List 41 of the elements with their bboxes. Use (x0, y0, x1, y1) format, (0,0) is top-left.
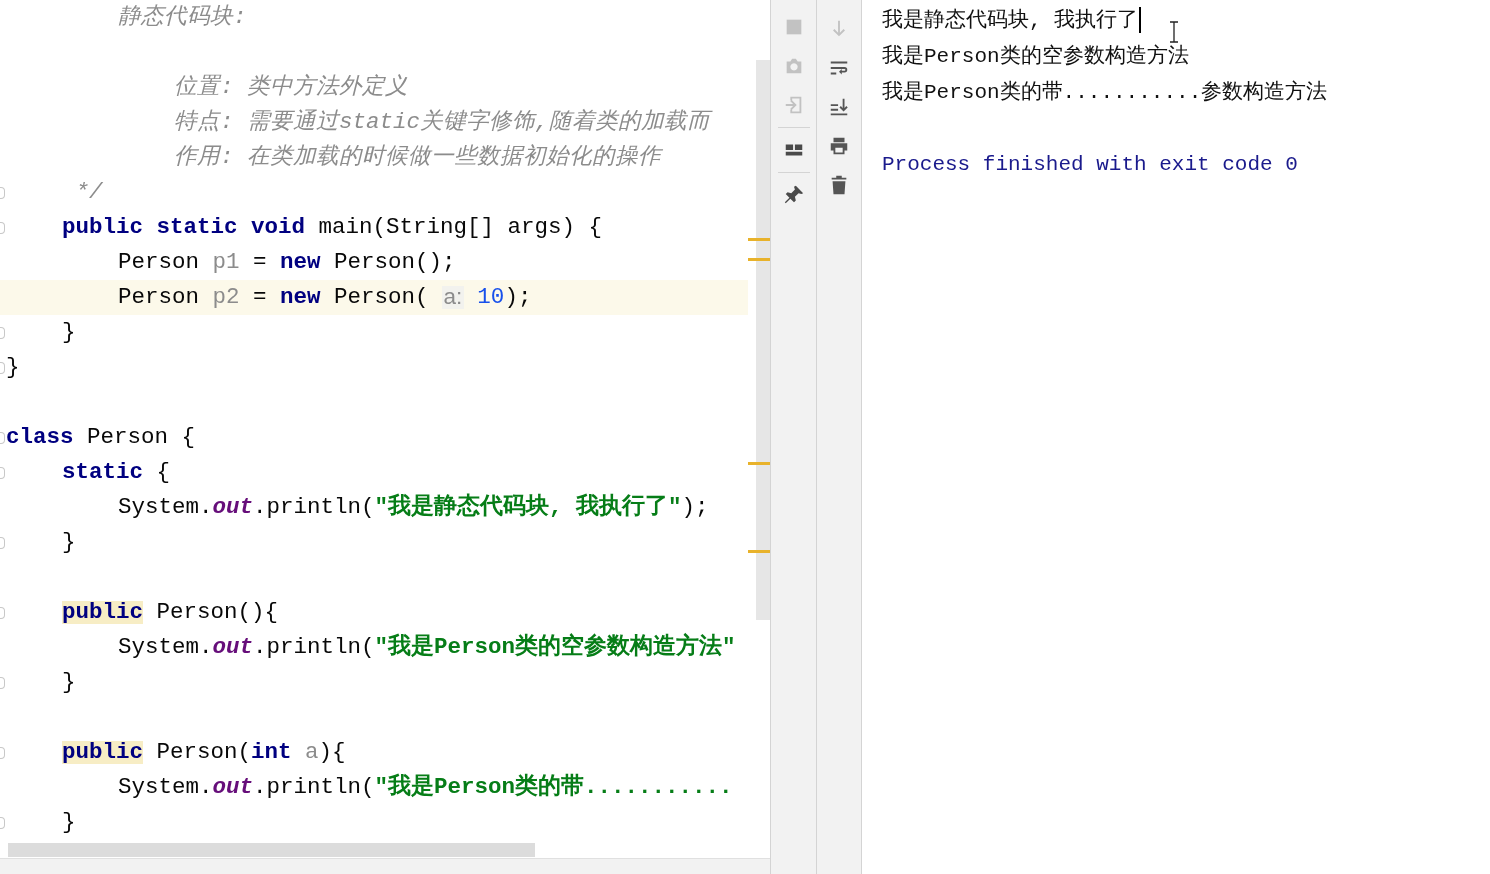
fold-marker-icon[interactable] (0, 466, 5, 479)
warning-mark[interactable] (748, 550, 770, 553)
text-cursor-icon (1169, 21, 1180, 43)
code-comment: */ (74, 181, 103, 204)
code-line: class Person { (6, 426, 196, 449)
console-output: 我是Person类的空参数构造方法 (882, 45, 1189, 67)
warning-mark[interactable] (748, 462, 770, 465)
fold-marker-icon[interactable] (0, 186, 5, 199)
fold-marker-icon[interactable] (0, 536, 5, 549)
code-line: } (6, 356, 20, 379)
code-line: static { (62, 461, 171, 484)
fold-marker-icon[interactable] (0, 606, 5, 619)
console-output: 我是Person类的带...........参数构造方法 (882, 81, 1328, 103)
code-line: } (62, 531, 76, 554)
fold-marker-icon[interactable] (0, 361, 5, 374)
console-output: 我是静态代码块, 我执行了 (882, 9, 1139, 31)
code-line: public Person(int a){ (62, 741, 346, 764)
code-line: } (62, 321, 76, 344)
code-comment: 作用: 在类加载的时候做一些数据初始化的操作 (174, 146, 661, 169)
horizontal-scrollbar[interactable] (8, 843, 535, 857)
fold-marker-icon[interactable] (0, 326, 5, 339)
code-comment: 位置: 类中方法外定义 (174, 76, 408, 99)
code-line: Person p1 = new Person(); (118, 251, 456, 274)
warning-mark[interactable] (748, 238, 770, 241)
pin-icon[interactable] (782, 184, 805, 206)
fold-marker-icon[interactable] (0, 816, 5, 829)
process-status: Process finished with exit code 0 (882, 153, 1298, 175)
code-line: public Person(){ (62, 601, 279, 624)
code-comment: 静态代码块: (118, 6, 247, 29)
code-line: } (62, 811, 76, 834)
code-line: public static void main(String[] args) { (62, 216, 603, 239)
warning-mark[interactable] (748, 258, 770, 261)
print-icon[interactable] (828, 135, 850, 157)
code-line: Person p2 = new Person( a: 10); (118, 286, 532, 309)
code-line: } (62, 671, 76, 694)
scrollbar-thumb[interactable] (756, 60, 770, 620)
fold-marker-icon[interactable] (0, 431, 5, 444)
fold-marker-icon[interactable] (0, 746, 5, 759)
scroll-to-end-icon[interactable] (828, 96, 850, 118)
fold-marker-icon[interactable] (0, 221, 5, 234)
fold-marker-icon[interactable] (0, 676, 5, 689)
